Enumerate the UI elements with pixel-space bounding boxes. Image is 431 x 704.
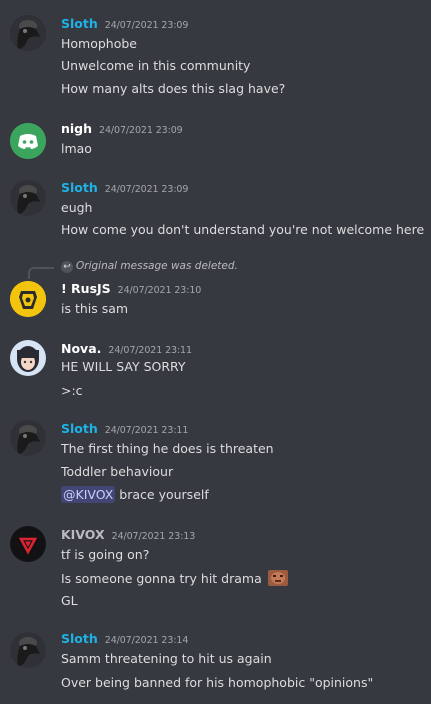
message-text: Toddler behaviour — [61, 464, 174, 479]
message-timestamp: 24/07/2021 23:10 — [117, 285, 202, 296]
message-text: >:c — [61, 383, 83, 398]
discord-default-avatar[interactable] — [10, 123, 46, 159]
reply-preview[interactable]: ↩ Original message was deleted. — [61, 260, 238, 274]
message-text: @KIVOX brace yourself — [61, 486, 209, 503]
reply-icon: ↩ — [61, 261, 73, 273]
message-timestamp: 24/07/2021 23:11 — [104, 425, 189, 436]
message-text: Over being banned for his homophobic "op… — [61, 675, 374, 690]
message-text: How many alts does this slag have? — [61, 81, 286, 96]
message-author[interactable]: Sloth 24/07/2021 23:11 — [61, 421, 188, 439]
face-emoji[interactable] — [267, 570, 288, 586]
plague-doctor-avatar[interactable] — [10, 420, 46, 456]
message-author[interactable]: nigh 24/07/2021 23:09 — [61, 121, 183, 139]
message-author[interactable]: Sloth 24/07/2021 23:09 — [61, 16, 188, 34]
message-text: lmao — [61, 141, 92, 156]
message-timestamp: 24/07/2021 23:13 — [111, 531, 196, 542]
message-text: Unwelcome in this community — [61, 58, 251, 73]
message-text: eugh — [61, 200, 93, 215]
message-timestamp: 24/07/2021 23:09 — [99, 125, 183, 136]
chat-window: { "messages": [ {"author":"Sloth","autho… — [0, 0, 431, 704]
yellow-emblem-avatar[interactable] — [10, 281, 46, 317]
message-text: The first thing he does is threaten — [61, 441, 274, 456]
message-text: Samm threatening to hit us again — [61, 651, 272, 666]
red-triangle-avatar[interactable] — [10, 526, 46, 562]
message-text: GL — [61, 593, 78, 608]
message-author[interactable]: ! RusJS 24/07/2021 23:10 — [61, 281, 201, 299]
message-author[interactable]: Nova. 24/07/2021 23:11 — [61, 341, 192, 359]
message-text: How come you don't understand you're not… — [61, 222, 425, 237]
plague-doctor-avatar[interactable] — [10, 632, 46, 668]
message-author[interactable]: Sloth 24/07/2021 23:14 — [61, 631, 188, 649]
message-text: Homophobe — [61, 36, 138, 51]
anime-girl-avatar[interactable] — [10, 340, 46, 376]
plague-doctor-avatar[interactable] — [10, 15, 46, 51]
message-text: is this sam — [61, 301, 129, 316]
user-mention[interactable]: @KIVOX — [61, 486, 116, 503]
message-text: Is someone gonna try hit drama — [61, 570, 288, 587]
message-author[interactable]: Sloth 24/07/2021 23:09 — [61, 180, 188, 198]
message-timestamp: 24/07/2021 23:11 — [108, 345, 192, 356]
reply-spine — [28, 267, 54, 279]
message-text: tf is going on? — [61, 547, 150, 562]
message-text: HE WILL SAY SORRY — [61, 359, 186, 374]
plague-doctor-avatar[interactable] — [10, 180, 46, 216]
message-timestamp: 24/07/2021 23:09 — [104, 20, 189, 31]
message-timestamp: 24/07/2021 23:09 — [104, 184, 189, 195]
message-author[interactable]: KIVOX 24/07/2021 23:13 — [61, 527, 195, 545]
message-timestamp: 24/07/2021 23:14 — [104, 635, 189, 646]
